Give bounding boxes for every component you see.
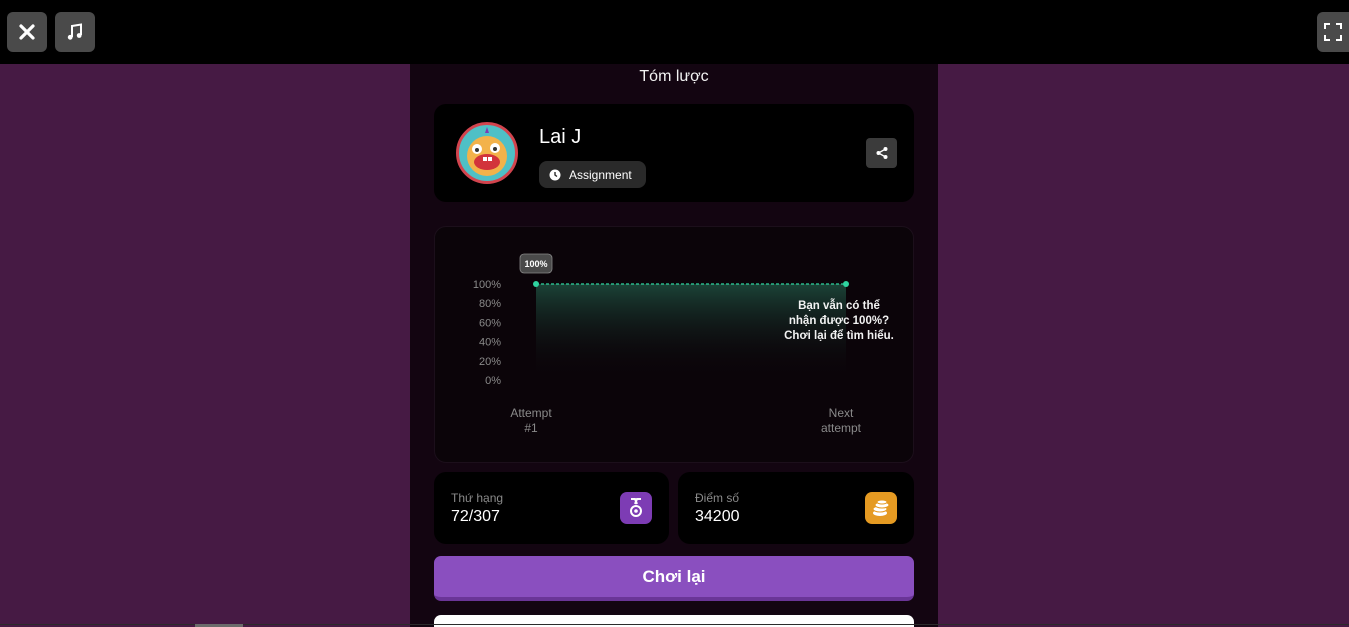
secondary-action-button[interactable] xyxy=(434,615,914,627)
fullscreen-icon xyxy=(1324,23,1342,41)
x-tick-label: Attempt xyxy=(510,406,552,420)
rank-card: Thứ hạng 72/307 xyxy=(434,472,669,544)
y-tick-label: 80% xyxy=(479,298,501,310)
chart-annotation-line: Bạn vẫn có thể xyxy=(798,299,880,312)
close-icon xyxy=(19,24,35,40)
summary-panel: Tóm lược Lai J Assignment 100% 80% 60% 4… xyxy=(410,64,938,627)
x-tick-label: attempt xyxy=(821,421,862,435)
mode-label: Assignment xyxy=(569,167,632,182)
data-label-text: 100% xyxy=(524,259,547,269)
y-tick-label: 20% xyxy=(479,356,501,368)
chart-annotation-line: nhận được 100%? xyxy=(789,315,889,327)
share-button[interactable] xyxy=(866,138,897,168)
summary-title: Tóm lược xyxy=(639,68,709,85)
avatar xyxy=(456,122,518,184)
score-card: Điểm số 34200 xyxy=(678,472,914,544)
medal-icon xyxy=(630,498,642,517)
fullscreen-button[interactable] xyxy=(1317,12,1349,52)
share-icon xyxy=(876,147,887,159)
x-tick-label: #1 xyxy=(524,421,538,435)
play-again-button[interactable]: Chơi lại xyxy=(434,556,914,601)
player-card: Lai J Assignment xyxy=(434,104,914,202)
player-name: Lai J xyxy=(539,126,582,148)
coins-icon xyxy=(872,499,890,516)
chart-svg: 100%80%60%40%20%0% Attempt#1Nextattempt … xyxy=(473,253,894,435)
score-icon-box xyxy=(865,492,897,524)
attempt-chart: 100% 80% 60% 40% 20% 0% Attempt #1 Next attempt … xyxy=(434,226,914,463)
y-tick-label: 100% xyxy=(473,279,501,291)
clock-icon xyxy=(549,169,561,180)
data-label: 100% xyxy=(519,253,553,274)
chart-annotation-line: Chơi lại để tìm hiểu. xyxy=(784,330,894,342)
mode-badge: Assignment xyxy=(539,161,646,188)
y-tick-label: 0% xyxy=(485,375,501,387)
y-tick-label: 40% xyxy=(479,337,501,349)
data-point xyxy=(843,281,849,287)
top-bar xyxy=(0,0,1349,64)
close-button[interactable] xyxy=(7,12,47,52)
y-tick-label: 60% xyxy=(479,317,501,329)
music-icon xyxy=(67,23,82,40)
x-tick-label: Next xyxy=(829,406,854,420)
rank-value: 72/307 xyxy=(451,508,500,525)
data-point xyxy=(533,281,539,287)
music-button[interactable] xyxy=(55,12,95,52)
score-value: 34200 xyxy=(695,508,740,525)
score-label: Điểm số xyxy=(695,491,740,505)
rank-icon-box xyxy=(620,492,652,524)
rank-label: Thứ hạng xyxy=(451,491,504,505)
